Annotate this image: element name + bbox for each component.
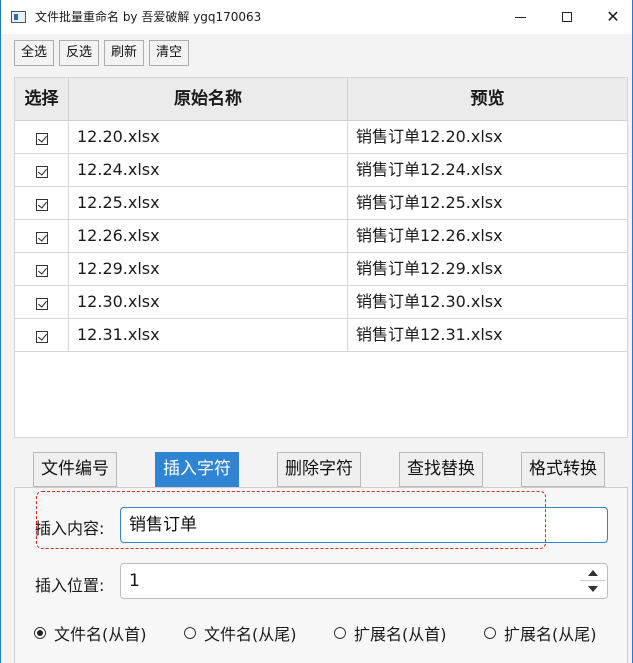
original-name-cell: 12.25.xlsx [69, 187, 348, 219]
arrow-up-icon [588, 569, 598, 576]
checkbox[interactable] [35, 297, 48, 310]
checkbox[interactable] [35, 264, 48, 277]
original-name-cell: 12.20.xlsx [69, 121, 348, 153]
refresh-button[interactable]: 刷新 [104, 40, 144, 66]
app-icon [11, 11, 26, 23]
radio-label: 扩展名(从首) [354, 625, 447, 644]
maximize-icon [562, 12, 572, 22]
annotation-highlight [36, 491, 546, 549]
preview-cell: 销售订单12.31.xlsx [356, 325, 503, 344]
select-all-button[interactable]: 全选 [14, 40, 54, 66]
table-row[interactable]: 12.20.xlsx 销售订单12.20.xlsx [15, 121, 627, 154]
table-row[interactable]: 12.24.xlsx 销售订单12.24.xlsx [15, 154, 627, 187]
checkbox[interactable] [35, 165, 48, 178]
radio-filename-from-start[interactable]: 文件名(从首) [34, 622, 147, 644]
table-row[interactable]: 12.25.xlsx 销售订单12.25.xlsx [15, 187, 627, 220]
original-name-cell: 12.29.xlsx [69, 253, 348, 285]
row-checkbox-cell[interactable] [15, 253, 69, 285]
grid-header: 选择 原始名称 预览 [15, 78, 627, 121]
tab-insert-chars[interactable]: 插入字符 [155, 452, 239, 487]
header-select[interactable]: 选择 [15, 78, 69, 120]
table-row[interactable]: 12.31.xlsx 销售订单12.31.xlsx [15, 319, 627, 352]
preview-cell: 销售订单12.20.xlsx [356, 127, 503, 146]
radio-unselected-icon[interactable] [184, 627, 196, 639]
row-checkbox-cell[interactable] [15, 187, 69, 219]
preview-cell: 销售订单12.26.xlsx [356, 226, 503, 245]
app-window: 文件批量重命名 by 吾爱破解 ygq170063 ✕ 全选 反选 刷新 清空 … [0, 0, 633, 663]
arrow-down-icon [588, 586, 598, 592]
row-checkbox-cell[interactable] [15, 154, 69, 186]
checkbox[interactable] [35, 231, 48, 244]
original-name-cell: 12.24.xlsx [69, 154, 348, 186]
radio-label: 文件名(从尾) [204, 625, 297, 644]
radio-extension-from-start[interactable]: 扩展名(从首) [334, 622, 447, 644]
radio-unselected-icon[interactable] [484, 627, 496, 639]
position-spinner[interactable] [580, 565, 606, 597]
checkbox[interactable] [35, 330, 48, 343]
close-icon: ✕ [606, 7, 620, 26]
file-grid[interactable]: 选择 原始名称 预览 12.20.xlsx 销售订单12.20.xlsx 12.… [14, 77, 628, 438]
header-original-name[interactable]: 原始名称 [69, 78, 348, 120]
radio-filename-from-end[interactable]: 文件名(从尾) [184, 622, 297, 644]
row-checkbox-cell[interactable] [15, 220, 69, 252]
radio-selected-icon[interactable] [34, 627, 46, 639]
radio-unselected-icon[interactable] [334, 627, 346, 639]
row-checkbox-cell[interactable] [15, 319, 69, 351]
table-row[interactable]: 12.29.xlsx 销售订单12.29.xlsx [15, 253, 627, 286]
tab-file-numbering[interactable]: 文件编号 [33, 452, 117, 487]
radio-label: 文件名(从首) [54, 625, 147, 644]
original-name-cell: 12.30.xlsx [69, 286, 348, 318]
header-preview[interactable]: 预览 [348, 78, 627, 120]
row-checkbox-cell[interactable] [15, 286, 69, 318]
maximize-button[interactable] [544, 0, 590, 34]
insert-position-label: 插入位置: [35, 576, 105, 595]
preview-cell: 销售订单12.24.xlsx [356, 160, 503, 179]
clear-button[interactable]: 清空 [149, 40, 189, 66]
minimize-button[interactable] [497, 0, 543, 34]
original-name-cell: 12.31.xlsx [69, 319, 348, 351]
spin-up-button[interactable] [580, 565, 606, 581]
minimize-icon [514, 16, 526, 18]
row-checkbox-cell[interactable] [15, 121, 69, 153]
checkbox[interactable] [35, 132, 48, 145]
original-name-cell: 12.26.xlsx [69, 220, 348, 252]
preview-cell: 销售订单12.30.xlsx [356, 292, 503, 311]
checkbox[interactable] [35, 198, 48, 211]
preview-cell: 销售订单12.29.xlsx [356, 259, 503, 278]
close-button[interactable]: ✕ [590, 0, 632, 34]
radio-label: 扩展名(从尾) [504, 625, 597, 644]
radio-extension-from-end[interactable]: 扩展名(从尾) [484, 622, 597, 644]
tab-delete-chars[interactable]: 删除字符 [277, 452, 361, 487]
invert-selection-button[interactable]: 反选 [59, 40, 99, 66]
window-title: 文件批量重命名 by 吾爱破解 ygq170063 [35, 10, 262, 24]
tab-find-replace[interactable]: 查找替换 [399, 452, 483, 487]
table-row[interactable]: 12.30.xlsx 销售订单12.30.xlsx [15, 286, 627, 319]
spin-down-button[interactable] [580, 581, 606, 597]
preview-cell: 销售订单12.25.xlsx [356, 193, 503, 212]
title-bar[interactable]: 文件批量重命名 by 吾爱破解 ygq170063 ✕ [1, 0, 632, 34]
tab-format-convert[interactable]: 格式转换 [521, 452, 605, 487]
insert-position-input[interactable]: 1 [120, 563, 608, 599]
table-row[interactable]: 12.26.xlsx 销售订单12.26.xlsx [15, 220, 627, 253]
